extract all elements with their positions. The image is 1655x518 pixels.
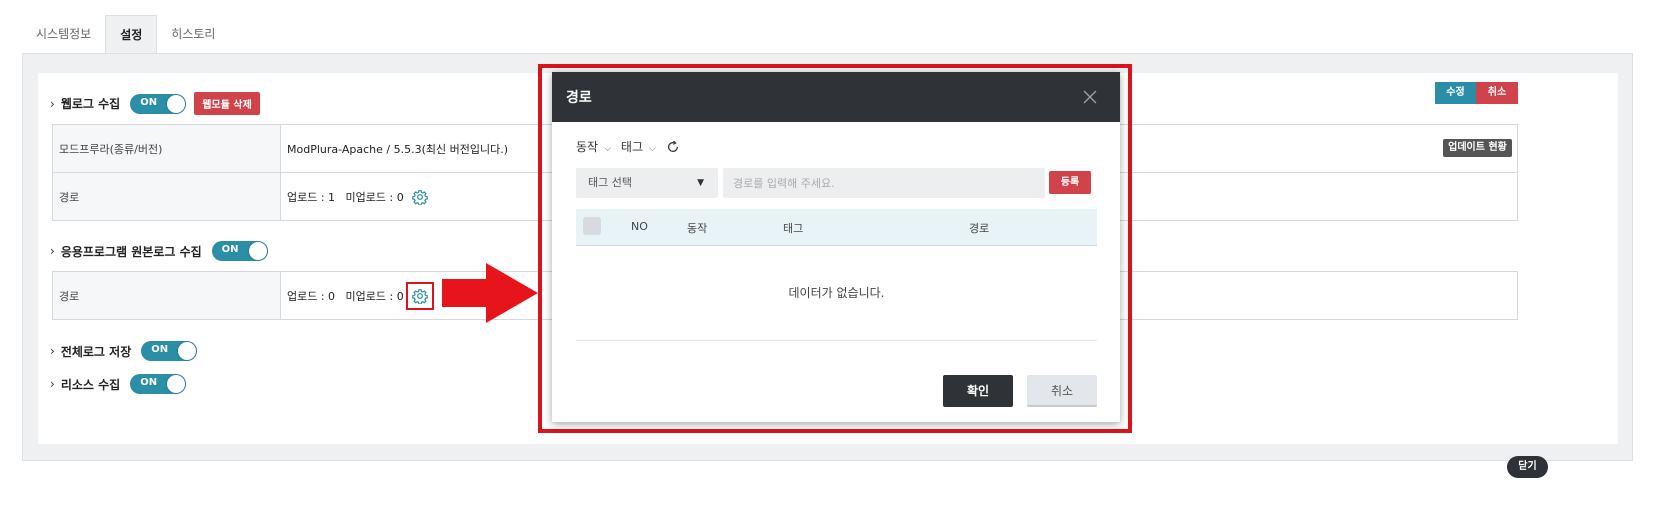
modal-header: 경로 bbox=[552, 72, 1120, 122]
chevron-right-icon[interactable]: › bbox=[50, 377, 55, 391]
path-input[interactable] bbox=[723, 168, 1045, 198]
tab-system-info[interactable]: 시스템정보 bbox=[22, 15, 105, 53]
row-label: 모드프루라(종류/버전) bbox=[53, 125, 281, 172]
tab-bar: 시스템정보 설정 히스토리 bbox=[22, 15, 229, 53]
modplura-version: ModPlura-Apache / 5.5.3(최신 버전입니다.) bbox=[287, 142, 508, 156]
column-header-tag[interactable]: 태그 bbox=[783, 220, 803, 236]
row-label: 경로 bbox=[53, 173, 281, 220]
tab-settings[interactable]: 설정 bbox=[105, 15, 158, 53]
filter-tag-dropdown[interactable]: 태그 ⌵ bbox=[621, 138, 656, 155]
modal-cancel-button[interactable]: 취소 bbox=[1027, 375, 1097, 407]
filter-bar: 동작 ⌵ 태그 ⌵ bbox=[576, 138, 680, 155]
section-title-applog: 응용프로그램 원본로그 수집 bbox=[60, 244, 202, 259]
section-resource-header: › 리소스 수집 ON bbox=[50, 374, 187, 394]
toggle-label: ON bbox=[221, 244, 239, 255]
section-applog-header: › 응용프로그램 원본로그 수집 ON bbox=[50, 241, 268, 261]
fulllog-toggle[interactable]: ON bbox=[141, 341, 198, 361]
tag-select[interactable]: 태그 선택 ▼ bbox=[576, 168, 718, 198]
arrow-right-icon bbox=[442, 263, 538, 323]
filter-label: 태그 bbox=[620, 140, 644, 154]
toggle-label: ON bbox=[140, 96, 158, 108]
column-header-path[interactable]: 경로 bbox=[969, 220, 989, 236]
caret-down-icon: ▼ bbox=[697, 178, 704, 188]
filter-label: 동작 bbox=[576, 140, 599, 154]
grid-header: NO 동작 태그 경로 bbox=[576, 209, 1097, 246]
chevron-down-icon: ⌵ bbox=[649, 144, 656, 154]
gear-icon[interactable] bbox=[411, 189, 428, 205]
section-title-resource: 리소스 수집 bbox=[60, 377, 121, 392]
refresh-icon[interactable] bbox=[666, 140, 680, 154]
weblog-toggle[interactable]: ON bbox=[130, 93, 187, 114]
edit-button[interactable]: 수정 bbox=[1435, 82, 1476, 104]
settings-page: 시스템정보 설정 히스토리 › 웹로그 수집 ON 웹모듈 삭제 수정 취소 모… bbox=[0, 0, 1655, 518]
toggle-label: ON bbox=[151, 344, 169, 355]
close-icon[interactable] bbox=[1082, 89, 1098, 105]
select-all-checkbox[interactable] bbox=[583, 217, 601, 235]
toggle-knob bbox=[178, 342, 197, 360]
toggle-knob bbox=[248, 242, 267, 260]
row-label: 경로 bbox=[53, 272, 281, 319]
cancel-button[interactable]: 취소 bbox=[1476, 82, 1518, 104]
resource-toggle[interactable]: ON bbox=[130, 374, 187, 394]
chevron-down-icon: ⌵ bbox=[604, 144, 611, 154]
delete-webmodule-button[interactable]: 웹모듈 삭제 bbox=[194, 92, 260, 115]
toggle-knob bbox=[167, 375, 186, 393]
confirm-button[interactable]: 확인 bbox=[943, 375, 1013, 407]
gear-icon[interactable] bbox=[405, 281, 434, 310]
empty-message: 데이터가 없습니다. bbox=[576, 246, 1097, 341]
upload-counts: 업로드 : 1 미업로드 : 0 bbox=[287, 190, 404, 204]
modal-title: 경로 bbox=[566, 90, 592, 106]
applog-toggle[interactable]: ON bbox=[211, 241, 268, 261]
tab-history[interactable]: 히스토리 bbox=[157, 15, 229, 53]
toggle-knob bbox=[167, 94, 186, 113]
tag-select-value: 태그 선택 bbox=[588, 176, 632, 189]
toggle-label: ON bbox=[140, 377, 158, 388]
chevron-right-icon[interactable]: › bbox=[50, 244, 55, 258]
column-header-no[interactable]: NO bbox=[631, 220, 648, 233]
upload-counts: 업로드 : 0 미업로드 : 0 bbox=[287, 289, 404, 303]
close-button[interactable]: 닫기 bbox=[1507, 456, 1548, 478]
filter-action-dropdown[interactable]: 동작 ⌵ bbox=[576, 138, 611, 155]
chevron-right-icon[interactable]: › bbox=[50, 344, 55, 358]
column-header-action[interactable]: 동작 bbox=[687, 220, 707, 236]
section-fulllog-header: › 전체로그 저장 ON bbox=[50, 341, 198, 361]
section-title-fulllog: 전체로그 저장 bbox=[60, 344, 132, 359]
update-status-button[interactable]: 업데이트 현황 bbox=[1443, 139, 1512, 157]
path-modal: 경로 동작⌵ 태그⌵ 태그 선택 ▼ 등록 NO 동작 태그 경로 데이터가 bbox=[552, 72, 1120, 422]
section-weblog-header: › 웹로그 수집 ON 웹모듈 삭제 bbox=[50, 92, 260, 115]
chevron-right-icon[interactable]: › bbox=[50, 97, 55, 111]
register-button[interactable]: 등록 bbox=[1049, 171, 1091, 194]
section-title-weblog: 웹로그 수집 bbox=[60, 97, 121, 111]
